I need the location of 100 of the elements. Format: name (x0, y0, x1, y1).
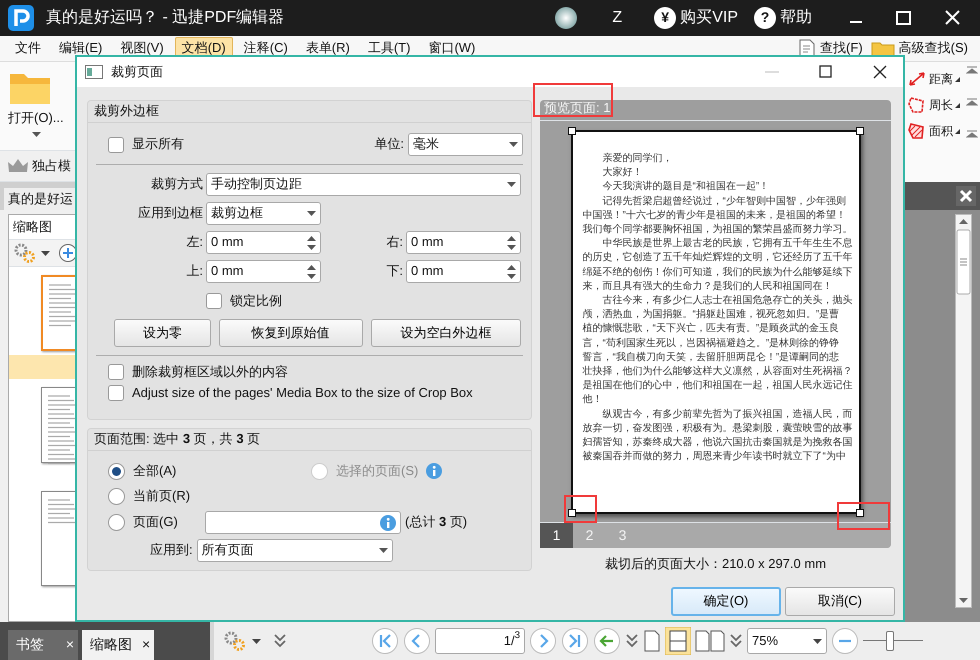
buy-vip-link[interactable]: 购买VIP (680, 8, 738, 28)
checkbox[interactable] (108, 364, 124, 380)
search-tool-button[interactable]: 高级查找(S) (898, 40, 968, 57)
select-value: 手动控制页边距 (211, 176, 302, 193)
page-tab[interactable]: 1 (540, 523, 573, 548)
radio-button[interactable] (108, 488, 125, 504)
exclusive-mode-button[interactable]: 独占模 (32, 158, 71, 174)
document-line: 妇孺皆知，苏秦终成大器，他说六国抗击秦国就是为挽救各国 (582, 436, 850, 450)
crop-handle[interactable] (568, 509, 576, 517)
panel-tab[interactable]: 书签 × (8, 630, 78, 660)
crop-handle[interactable] (568, 127, 576, 135)
caret-icon[interactable] (378, 548, 388, 553)
help-link[interactable]: 帮助 (780, 8, 812, 28)
action-button[interactable]: 恢复到原始值 (218, 319, 363, 348)
caret-icon[interactable] (41, 250, 50, 256)
crop-handle[interactable] (856, 509, 864, 517)
slider-thumb[interactable] (886, 631, 894, 651)
radio-button[interactable] (108, 514, 125, 531)
continuous-page-icon[interactable] (665, 627, 691, 655)
menu-item[interactable]: 视图(V) (113, 37, 171, 60)
single-page-icon[interactable] (643, 629, 661, 653)
spin-arrows-icon[interactable] (507, 236, 516, 250)
highlight-box (836, 502, 890, 530)
caret-icon[interactable] (32, 132, 41, 138)
panel-tab[interactable]: 缩略图 × (82, 630, 154, 660)
measure-tool-button[interactable]: 距离 (929, 72, 953, 86)
select-value: 毫米 (413, 136, 439, 153)
action-button[interactable]: 设为零 (114, 319, 211, 348)
menu-item[interactable]: 编辑(E) (52, 37, 110, 60)
caret-icon[interactable] (507, 182, 516, 187)
previous-page-button[interactable] (403, 627, 431, 655)
measure-tool-button[interactable]: 面积 (929, 124, 953, 138)
unit-dropdown[interactable]: 毫米 (408, 133, 523, 156)
document-line: 绵延不绝的创伤！你们可知道，我们的民族为什么能够延续下 (582, 266, 850, 280)
collapse-icon[interactable] (966, 66, 978, 74)
two-page-icon[interactable] (695, 629, 725, 653)
scroll-thumb[interactable] (956, 229, 971, 295)
user-initial[interactable]: Z (612, 8, 622, 28)
box-dropdown[interactable]: 裁剪边框 (206, 202, 321, 225)
group-title: 裁剪外边框 (88, 101, 531, 123)
caret-icon[interactable] (252, 638, 261, 644)
spin-value: 0 mm (211, 263, 244, 280)
spin-arrows-icon[interactable] (307, 236, 316, 250)
menu-item[interactable]: 注释(C) (236, 37, 295, 60)
open-button[interactable]: 打开(O)... (8, 110, 64, 126)
menu-item[interactable]: 文件 (8, 37, 48, 60)
checkbox[interactable] (108, 384, 124, 401)
spin-field[interactable]: 0 mm (406, 260, 521, 283)
next-page-button[interactable] (529, 627, 557, 655)
spin-field[interactable]: 0 mm (206, 231, 321, 254)
info-icon[interactable] (380, 514, 396, 530)
crop-handle[interactable] (856, 127, 864, 135)
avatar-icon[interactable] (554, 6, 578, 30)
zoom-out-button[interactable] (831, 627, 859, 655)
measure-tool-button[interactable]: 周长 (929, 98, 953, 112)
more-icon[interactable] (625, 633, 639, 649)
menu-item[interactable]: 工具(T) (360, 37, 418, 60)
dialog-button[interactable]: 确定(O) (671, 587, 781, 616)
caret-icon[interactable] (509, 142, 518, 147)
zoom-dropdown[interactable]: 75% (747, 628, 827, 654)
field-label: 裁剪方式 (150, 176, 203, 193)
field-label: 上: (185, 263, 203, 280)
crop-mode-dropdown[interactable]: 手动控制页边距 (206, 173, 521, 196)
page-number-field[interactable]: 1/$^{3}$ (435, 628, 525, 654)
apply-to-dropdown[interactable]: 所有页面 (196, 539, 393, 562)
document-line: 古往今来，有多少仁人志士在祖国危急存亡的关头，抛头 (602, 294, 850, 308)
collapse-icon[interactable] (966, 98, 978, 106)
document-line: 是祖国在他们的心中，他们和祖国在一起，祖国人民永远记住 (582, 379, 850, 394)
scrollbar[interactable] (955, 214, 972, 608)
first-page-button[interactable] (371, 627, 399, 655)
document-tab[interactable]: 真的是好运 (4, 188, 77, 210)
radio-label: 选择的页面(S) (336, 462, 418, 480)
tab-close-button[interactable]: × (66, 636, 74, 654)
spin-arrows-icon[interactable] (307, 264, 316, 278)
field-label: 下: (385, 263, 403, 280)
caret-icon[interactable] (307, 211, 316, 216)
polygon-icon (907, 96, 927, 114)
radio-button[interactable] (108, 462, 125, 480)
checkbox[interactable] (108, 136, 124, 152)
back-button[interactable] (593, 627, 621, 655)
dialog-button[interactable]: 取消(C) (785, 587, 895, 616)
more-icon[interactable] (273, 633, 287, 649)
spin-field[interactable]: 0 mm (406, 231, 521, 254)
more-icon[interactable] (729, 633, 743, 649)
spin-arrows-icon[interactable] (507, 264, 516, 278)
preview-title: 预览页面: 1 (544, 100, 610, 115)
window-title: 真的是好运吗？ - 迅捷PDF编辑器 (46, 8, 284, 28)
collapse-icon[interactable] (966, 130, 978, 138)
dialog-icon (85, 65, 103, 79)
pages-field[interactable] (205, 511, 401, 534)
caret-icon[interactable] (813, 638, 822, 644)
last-page-button[interactable] (561, 627, 589, 655)
search-tool-button[interactable]: 查找(F) (820, 40, 863, 57)
radio-label: 全部(A) (133, 462, 176, 480)
menu-item[interactable]: 表单(R) (298, 37, 357, 60)
spin-field[interactable]: 0 mm (206, 260, 321, 283)
action-button[interactable]: 设为空白外边框 (370, 319, 522, 348)
menu-item[interactable]: 窗口(W) (421, 37, 482, 60)
tab-close-button[interactable]: × (142, 636, 150, 654)
checkbox[interactable] (206, 293, 222, 310)
